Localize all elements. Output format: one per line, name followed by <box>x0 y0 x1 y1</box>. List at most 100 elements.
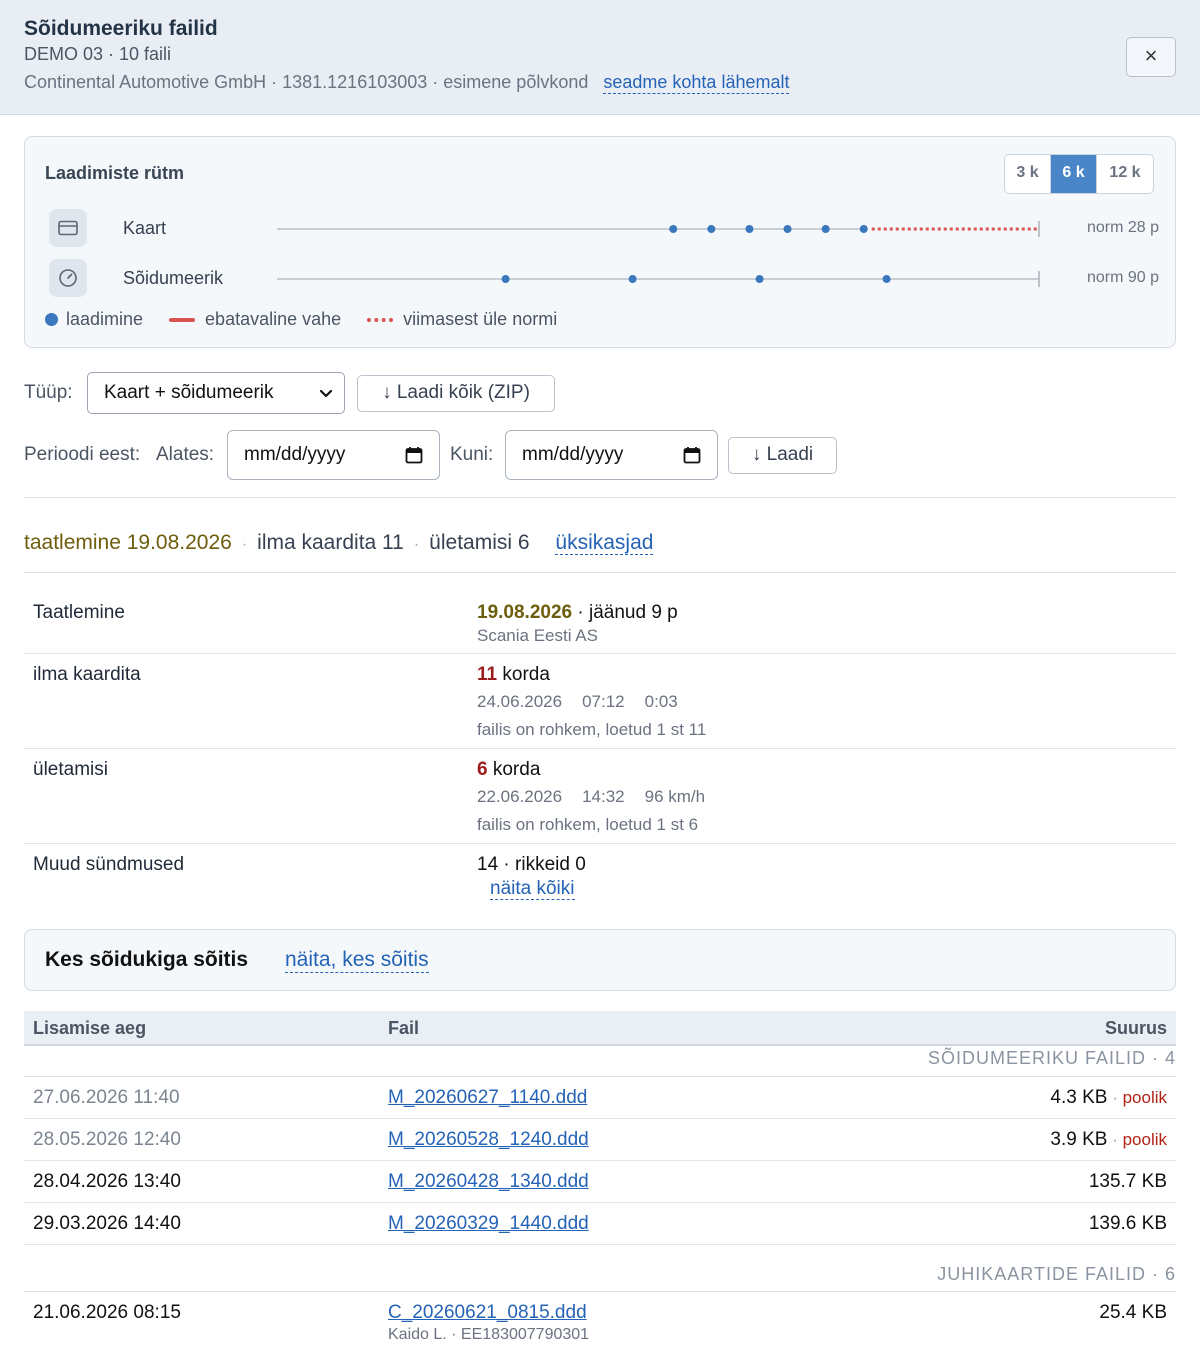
upload-point[interactable] <box>755 275 764 283</box>
rhythm-legend: laadimine ebatavaline vahe viimasest üle… <box>45 309 583 330</box>
detail-value: 19.08.2026 · jäänud 9 p Scania Eesti AS <box>477 602 678 646</box>
no-card-duration: 0:03 <box>644 692 678 711</box>
from-label: Alates: <box>156 444 215 465</box>
file-time: 21.06.2026 08:15 <box>33 1302 181 1323</box>
file-size-cell: 4.3 KB · poolik <box>1050 1087 1167 1108</box>
calendar-icon[interactable] <box>683 446 701 464</box>
drivers-title: Kes sõidukiga sõitis <box>45 948 249 971</box>
gauge-icon <box>49 259 87 297</box>
file-size: 3.9 KB <box>1050 1129 1108 1150</box>
divider <box>24 572 1176 573</box>
file-link[interactable]: M_20260528_1240.ddd <box>388 1129 589 1151</box>
upload-point[interactable] <box>501 275 510 283</box>
device-meta: Continental Automotive GmbH · 1381.12161… <box>24 72 790 94</box>
download-period-button[interactable]: ↓ Laadi <box>728 437 837 474</box>
calendar-icon[interactable] <box>405 446 423 464</box>
table-row: 27.06.2026 11:40 M_20260627_1140.ddd 4.3… <box>24 1077 1176 1119</box>
upload-point[interactable] <box>628 275 637 283</box>
device-meta-text: Continental Automotive GmbH · 1381.12161… <box>24 72 589 92</box>
table-row: 29.03.2026 14:40 M_20260329_1440.ddd 139… <box>24 1203 1176 1245</box>
detail-key: ületamisi <box>33 759 108 780</box>
show-drivers-link[interactable]: näita, kes sõitis <box>285 948 429 973</box>
show-all-events-link[interactable]: näita kõiki <box>490 878 575 900</box>
type-select[interactable]: Kaart + sõidumeerik <box>87 372 345 414</box>
type-label: Tüüp: <box>24 382 73 403</box>
download-all-zip-button[interactable]: ↓ Laadi kõik (ZIP) <box>357 375 555 412</box>
file-size: 4.3 KB <box>1050 1087 1108 1108</box>
legend-gap-label: ebatavaline vahe <box>205 309 342 329</box>
summary-overspeed: ületamisi 6 <box>429 531 530 554</box>
summary-calibration: taatlemine 19.08.2026 <box>24 531 232 554</box>
no-card-time: 07:12 <box>582 692 625 711</box>
group-title-tachograph: SÕIDUMEERIKU FAILID · 4 <box>927 1048 1176 1068</box>
calibration-remaining: · jäänud 9 p <box>572 602 678 623</box>
legend-overdue-label: viimasest üle normi <box>403 309 558 329</box>
from-date-input[interactable]: mm/dd/yyyy <box>227 430 440 480</box>
detail-row-other-events: Muud sündmused 14 · rikkeid 0 näita kõik… <box>24 844 1176 910</box>
upload-point[interactable] <box>707 225 716 233</box>
column-size[interactable]: Suurus <box>1105 1018 1167 1039</box>
calibration-date: 19.08.2026 <box>477 602 573 623</box>
chevron-down-icon <box>319 389 333 398</box>
no-card-unit: korda <box>497 664 550 685</box>
group-title-driver-cards: JUHIKAARTIDE FAILID · 6 <box>937 1264 1176 1284</box>
gap-bar-icon <box>169 317 196 322</box>
overspeed-speed: 96 km/h <box>644 787 706 806</box>
close-button[interactable]: × <box>1126 37 1176 77</box>
summary-line: taatlemine 19.08.2026 · ilma kaardita 11 · ü… <box>24 531 654 555</box>
column-added-time[interactable]: Lisamise aeg <box>33 1018 146 1039</box>
device-details-link[interactable]: seadme kohta lähemalt <box>603 72 790 94</box>
table-row: 28.04.2026 13:40 M_20260428_1340.ddd 135… <box>24 1161 1176 1203</box>
range-3k-button[interactable]: 3 k <box>1005 155 1051 193</box>
file-time: 28.04.2026 13:40 <box>33 1171 181 1192</box>
legend-upload: laadimine <box>45 309 143 330</box>
no-card-count: 11 <box>477 664 498 685</box>
detail-key: Taatlemine <box>33 602 125 623</box>
file-time: 28.05.2026 12:40 <box>33 1129 181 1150</box>
upload-point[interactable] <box>821 225 830 233</box>
to-date-input[interactable]: mm/dd/yyyy <box>505 430 718 480</box>
file-size-cell: 3.9 KB · poolik <box>1050 1129 1167 1150</box>
legend-gap: ebatavaline vahe <box>169 309 341 330</box>
overdue-dots-icon <box>367 317 394 322</box>
upload-rhythm-card: Laadimiste rütm 3 k 6 k 12 k Kaart norm … <box>24 136 1176 348</box>
overspeed-unit: korda <box>487 759 541 780</box>
detail-value: 6 korda 22.06.2026 14:32 96 km/h failis on… <box>477 759 705 835</box>
overspeed-date: 22.06.2026 <box>477 787 563 806</box>
dialog-title: Sõidumeeriku failid <box>24 17 218 40</box>
no-card-date: 24.06.2026 <box>477 692 563 711</box>
detail-value: 14 · rikkeid 0 näita kõiki <box>477 854 586 900</box>
type-select-value: Kaart + sõidumeerik <box>104 382 274 403</box>
column-file[interactable]: Fail <box>388 1018 419 1039</box>
upload-point[interactable] <box>859 225 868 233</box>
upload-point[interactable] <box>669 225 678 233</box>
range-12k-button[interactable]: 12 k <box>1097 155 1153 193</box>
file-time: 29.03.2026 14:40 <box>33 1213 181 1234</box>
detail-value: 11 korda 24.06.2026 07:12 0:03 failis on r… <box>477 664 706 740</box>
to-date-placeholder: mm/dd/yyyy <box>522 444 624 465</box>
dialog-header: Sõidumeeriku failid DEMO 03 · 10 faili C… <box>0 0 1200 115</box>
rhythm-row-tachograph: Sõidumeerik norm 90 p <box>49 259 1159 299</box>
from-date-placeholder: mm/dd/yyyy <box>244 444 346 465</box>
calibration-company: Scania Eesti AS <box>477 626 598 645</box>
dialog-subtitle: DEMO 03 · 10 faili <box>24 44 172 64</box>
detail-row-no-card: ilma kaardita 11 korda 24.06.2026 07:12 0:… <box>24 654 1176 749</box>
upload-point[interactable] <box>745 225 754 233</box>
summary-no-card: ilma kaardita 11 <box>257 531 404 554</box>
file-link[interactable]: M_20260428_1340.ddd <box>388 1171 589 1193</box>
file-link[interactable]: M_20260329_1440.ddd <box>388 1213 589 1235</box>
details-link[interactable]: üksikasjad <box>555 531 654 555</box>
range-6k-button[interactable]: 6 k <box>1051 155 1097 193</box>
upload-point[interactable] <box>783 225 792 233</box>
card-icon <box>49 209 87 247</box>
file-link[interactable]: M_20260627_1140.ddd <box>388 1087 587 1109</box>
table-row: 28.05.2026 12:40 M_20260528_1240.ddd 3.9… <box>24 1119 1176 1161</box>
file-partial-badge: poolik <box>1122 1088 1167 1107</box>
legend-upload-label: laadimine <box>66 309 144 329</box>
rhythm-label-tachograph: Sõidumeerik <box>123 268 224 288</box>
to-label: Kuni: <box>450 444 494 465</box>
divider <box>24 497 1176 498</box>
upload-dot-icon <box>45 313 58 326</box>
upload-point[interactable] <box>882 275 891 283</box>
file-link[interactable]: C_20260621_0815.ddd <box>388 1302 587 1324</box>
